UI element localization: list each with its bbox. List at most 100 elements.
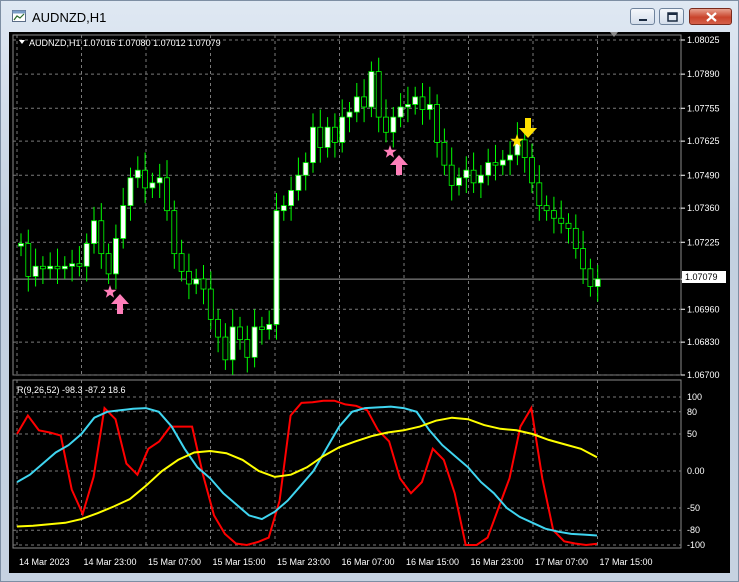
buy-arrow-icon: [390, 155, 408, 175]
time-tick-label: 14 Mar 23:00: [84, 557, 137, 567]
candle-body: [149, 182, 156, 189]
candle-body: [156, 177, 163, 184]
candle-body: [529, 157, 535, 184]
candle-body: [185, 270, 192, 285]
time-tick-label: 14 Mar 2023: [19, 557, 70, 567]
indicator-tick-label: 0.00: [687, 466, 705, 476]
candle-body: [448, 164, 455, 186]
candle-body: [273, 210, 280, 325]
candle-body: [353, 96, 360, 113]
candle-body: [572, 227, 579, 249]
candle-body: [565, 222, 572, 229]
time-tick-label: 15 Mar 07:00: [148, 557, 201, 567]
chart-canvas[interactable]: 14 Mar 2023 14 Mar 23:00 15 Mar 07:00 15 Ma…: [9, 32, 730, 573]
candle-body: [142, 169, 149, 189]
price-tick-label: 1.07625: [687, 136, 720, 146]
candle-body: [499, 159, 506, 166]
candle-body: [551, 210, 557, 219]
symbol-info: AUDNZD,H1 1.07016 1.07080 1.07012 1.0707…: [29, 38, 221, 48]
candle-body: [83, 243, 90, 267]
indicator-tick-label: 80: [687, 407, 697, 417]
price-tick-label: 1.07490: [687, 170, 720, 180]
candle-body: [127, 177, 134, 207]
indicator-tick-label: -80: [687, 525, 700, 535]
candle-body: [244, 339, 251, 358]
candle-body: [397, 106, 404, 118]
candle-body: [470, 169, 477, 184]
candle-body: [346, 111, 353, 118]
title-bar[interactable]: AUDNZD,H1: [1, 1, 738, 31]
candle-body: [171, 210, 178, 255]
sell-arrow-icon: [519, 118, 537, 138]
candle-body: [61, 265, 68, 270]
candle-body: [266, 324, 273, 330]
close-button[interactable]: [689, 8, 732, 25]
candle-body: [32, 265, 39, 277]
candle-body: [18, 243, 24, 247]
candle-body: [441, 141, 448, 166]
time-tick-label: 17 Mar 07:00: [535, 557, 588, 567]
candle-body: [69, 263, 75, 267]
candle-body: [580, 248, 586, 270]
restore-button[interactable]: [659, 8, 684, 25]
indicator-tick-label: 100: [687, 392, 702, 402]
candle-body: [463, 169, 470, 179]
candle-body: [404, 104, 411, 108]
candlestick-series: [18, 57, 601, 375]
candle-body: [237, 326, 243, 341]
indicator-tick-label: -50: [687, 503, 700, 513]
signal-star-icon: [383, 145, 397, 158]
candle-body: [91, 220, 97, 244]
candle-body: [339, 116, 346, 143]
candle-body: [492, 162, 499, 166]
candle-body: [361, 96, 368, 108]
restore-icon: [667, 12, 678, 22]
time-tick-label: 15 Mar 23:00: [277, 557, 330, 567]
candle-body: [485, 162, 492, 176]
candle-body: [25, 243, 32, 277]
chart-window-icon: [12, 10, 26, 22]
candle-body: [558, 217, 565, 224]
candle-body: [324, 126, 331, 148]
candle-body: [317, 126, 324, 148]
candle-body: [302, 162, 309, 176]
candle-body: [536, 182, 543, 207]
candle-body: [200, 278, 207, 290]
candle-body: [375, 71, 382, 118]
collapse-triangle-icon[interactable]: [19, 40, 25, 44]
price-tick-label: 1.07225: [687, 237, 720, 247]
candle-body: [543, 205, 550, 212]
candle-body: [54, 265, 61, 270]
candle-body: [207, 288, 214, 320]
candle-body: [477, 174, 484, 184]
price-tick-label: 1.07755: [687, 103, 720, 113]
window-title: AUDNZD,H1: [32, 10, 107, 25]
candle-body: [251, 326, 258, 358]
price-pane-frame: [12, 34, 682, 376]
candle-body: [368, 71, 375, 108]
price-tick-label: 1.06960: [687, 304, 720, 314]
signal-star-icon: [103, 285, 117, 298]
chart-window: AUDNZD,H1 14 Mar 2023 14 Mar 23:00 15 Mar …: [0, 0, 739, 582]
current-price: 1.07079: [685, 272, 718, 282]
candle-body: [426, 104, 433, 110]
candle-body: [434, 104, 441, 143]
candle-body: [229, 326, 236, 361]
indicator-series-line: [16, 399, 598, 547]
price-tick-label: 1.07890: [687, 69, 720, 79]
close-icon: [706, 12, 717, 22]
candle-body: [258, 326, 265, 330]
candle-body: [193, 278, 200, 285]
candle-body: [164, 177, 170, 212]
candle-body: [288, 190, 295, 207]
candle-body: [39, 265, 46, 270]
candle-body: [331, 126, 338, 143]
candle-body: [113, 238, 119, 275]
indicator-label: R(9,26,52) -98.3 -87.2 18.6: [17, 385, 126, 395]
time-tick-label: 15 Mar 15:00: [213, 557, 266, 567]
minimize-icon: [639, 19, 647, 21]
candle-body: [507, 154, 514, 161]
minimize-button[interactable]: [630, 8, 655, 25]
candle-body: [521, 139, 528, 158]
price-tick-label: 1.08025: [687, 35, 720, 45]
